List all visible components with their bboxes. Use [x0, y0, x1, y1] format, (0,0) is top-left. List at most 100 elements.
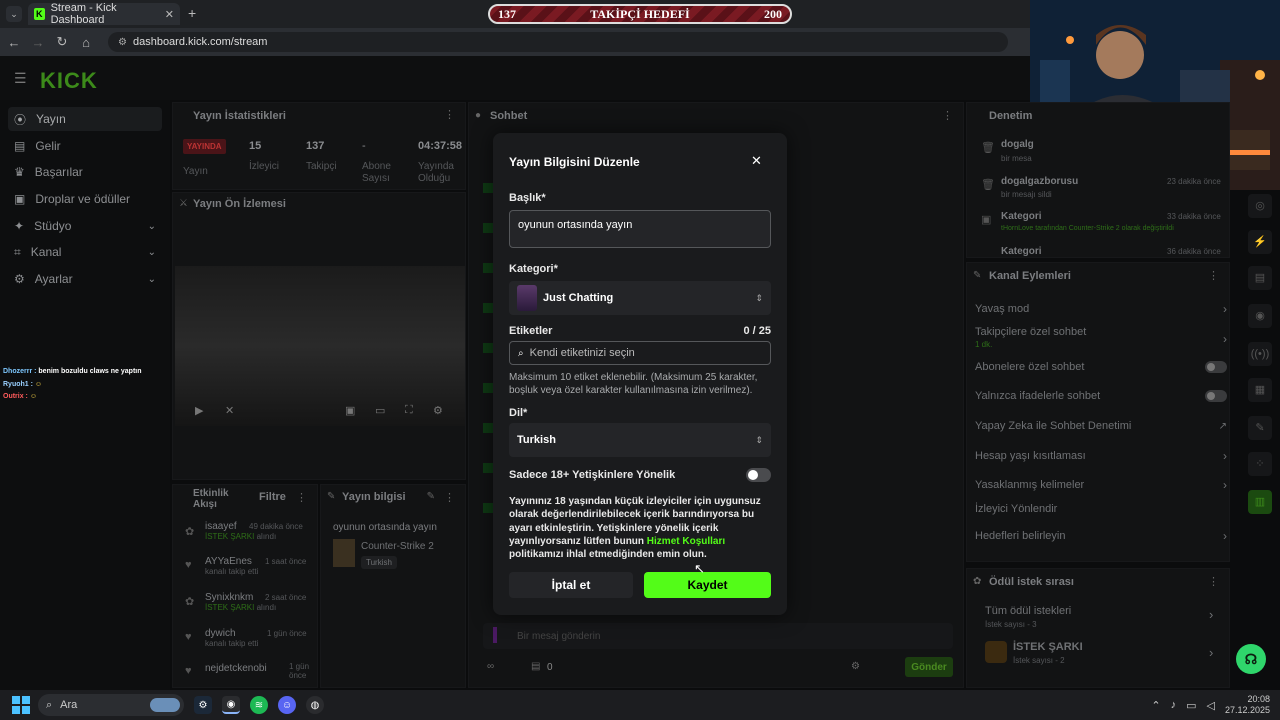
followers-value: 137	[306, 140, 325, 152]
more-icon[interactable]: ⋮	[1208, 575, 1219, 588]
steam-icon[interactable]: ⚙	[194, 696, 212, 714]
support-headset-icon[interactable]: ☊	[1236, 644, 1266, 674]
rail-wrench-icon[interactable]: ✎	[1248, 416, 1272, 440]
rail-broadcast-icon[interactable]: ((•))	[1248, 342, 1272, 366]
kick-logo[interactable]: KICK	[40, 68, 98, 94]
sidebar-item-kanal[interactable]: ⌗ Kanal ⌄	[8, 240, 162, 264]
stream-info-tag: Turkish	[361, 556, 397, 569]
volume-icon[interactable]: ◁	[1206, 699, 1214, 712]
play-icon[interactable]: ▶	[195, 404, 203, 417]
language-value: Turkish	[517, 434, 556, 446]
rail-bolt-icon[interactable]: ⚡	[1248, 230, 1272, 254]
microphone-icon[interactable]: ♪	[1171, 699, 1177, 711]
follower-goal-bar: 137 TAKİPÇİ HEDEFİ 200	[488, 4, 792, 24]
action-row-banned-words[interactable]: Yasaklanmış kelimeler ›	[975, 478, 1227, 492]
adult-content-toggle[interactable]	[746, 468, 771, 482]
rail-camera-icon[interactable]: ◎	[1248, 194, 1272, 218]
subs-only-toggle[interactable]	[1205, 361, 1227, 373]
taskbar-search-label: Ara	[60, 699, 78, 711]
windows-start-icon[interactable]	[12, 696, 30, 714]
discord-icon[interactable]: ☺	[278, 696, 296, 714]
channel-actions-title: Kanal Eylemleri	[989, 270, 1071, 282]
tags-input[interactable]: ⌕ Kendi etiketinizi seçin	[509, 341, 771, 365]
tab-list-icon[interactable]: ⌄	[6, 6, 22, 22]
sidebar-item-ayarlar[interactable]: ⚙ Ayarlar ⌄	[8, 267, 162, 291]
emote-only-toggle[interactable]	[1205, 390, 1227, 402]
action-row-raid[interactable]: İzleyici Yönlendir	[975, 503, 1227, 515]
overlay-chat-user: Dhozerrr :	[3, 368, 37, 375]
rail-calendar-icon[interactable]: ▦	[1248, 378, 1272, 402]
spotify-icon[interactable]: ≋	[250, 696, 268, 714]
sidebar-item-label: Başarılar	[34, 165, 83, 179]
kick-favicon-icon: K	[34, 8, 45, 20]
chrome-icon[interactable]: ◉	[222, 696, 240, 714]
theater-icon[interactable]: ▭	[375, 404, 385, 417]
action-row-followers-only[interactable]: Takipçilere özel sohbet 1 dk. ›	[975, 326, 1227, 349]
title-input[interactable]: oyunun ortasında yayın	[509, 210, 771, 248]
filter-button[interactable]: Filtre	[259, 491, 286, 503]
taskbar-search[interactable]: ⌕ Ara	[38, 694, 184, 716]
language-select[interactable]: Turkish ⇕	[509, 423, 771, 457]
sidebar-item-basarilar[interactable]: ♛ Başarılar	[8, 160, 162, 184]
cancel-button[interactable]: İptal et	[509, 572, 633, 598]
song-request-icon	[985, 641, 1007, 663]
reload-icon[interactable]: ↻	[50, 34, 74, 50]
chevron-right-icon[interactable]: ›	[1209, 645, 1213, 660]
more-icon[interactable]: ⋮	[444, 108, 455, 121]
menu-icon[interactable]: ☰	[14, 70, 27, 87]
category-value: Just Chatting	[543, 292, 614, 304]
rail-chat-icon[interactable]: ◉	[1248, 304, 1272, 328]
rail-list-icon[interactable]: ▤	[1248, 266, 1272, 290]
sidebar-item-studyo[interactable]: ✦ Stüdyo ⌄	[8, 214, 162, 238]
moderation-title: Denetim	[989, 110, 1033, 122]
obs-icon[interactable]: ◍	[306, 696, 324, 714]
gear-icon[interactable]: ⚙	[851, 661, 860, 672]
url-field[interactable]: ⚙ dashboard.kick.com/stream	[108, 32, 1008, 52]
clock[interactable]: 20:08 27.12.2025	[1225, 694, 1270, 716]
viewers-value: 15	[249, 140, 262, 152]
tags-input-placeholder: Kendi etiketinizi seçin	[529, 347, 635, 359]
sidebar-item-gelir[interactable]: ▤ Gelir	[8, 134, 162, 158]
sidebar-item-droplar[interactable]: ▣ Droplar ve ödüller	[8, 187, 162, 211]
send-button[interactable]: Gönder	[905, 657, 953, 677]
preview-video[interactable]: ▶ ✕ ▣ ▭ ⛶ ⚙	[175, 266, 465, 426]
chat-input[interactable]: Bir mesaj gönderin	[483, 623, 953, 649]
action-row-slow-mode[interactable]: Yavaş mod ›	[975, 302, 1227, 316]
edit-icon[interactable]: ✎	[427, 491, 435, 502]
action-row-account-age[interactable]: Hesap yaşı kısıtlaması ›	[975, 449, 1227, 463]
terms-link[interactable]: Hizmet Koşulları	[647, 536, 725, 547]
action-row-subs-only[interactable]: Abonelere özel sohbet	[975, 361, 1227, 373]
back-icon[interactable]: ←	[2, 35, 26, 50]
site-info-icon[interactable]: ⚙	[118, 37, 127, 48]
action-row-ai-moderation[interactable]: Yapay Zeka ile Sohbet Denetimi ↗	[975, 420, 1227, 432]
forward-icon[interactable]: →	[26, 35, 50, 50]
action-row-emote-only[interactable]: Yalnızca ifadelerle sohbet	[975, 390, 1227, 402]
network-icon[interactable]: ▭	[1186, 699, 1196, 712]
more-icon[interactable]: ⋮	[1208, 269, 1219, 282]
tray-chevron-icon[interactable]: ⌃	[1151, 699, 1160, 712]
fullscreen-icon[interactable]: ⛶	[405, 404, 413, 417]
rail-dots-icon[interactable]: ⁘	[1248, 452, 1272, 476]
rail-layout-icon[interactable]: ▥	[1248, 490, 1272, 514]
mute-icon[interactable]: ✕	[225, 404, 234, 417]
sidebar-item-yayin[interactable]: ⦿ Yayın	[8, 107, 162, 131]
song-request-label[interactable]: İSTEK ŞARKI	[1013, 641, 1083, 653]
gear-icon: ⚙	[14, 272, 25, 286]
close-icon[interactable]: ✕	[751, 153, 762, 169]
close-tab-icon[interactable]: ✕	[165, 8, 174, 21]
all-rewards-label[interactable]: Tüm ödül istekleri	[985, 605, 1071, 617]
home-icon[interactable]: ⌂	[74, 35, 98, 50]
category-select[interactable]: Just Chatting ⇕	[509, 281, 771, 315]
browser-tab[interactable]: K Stream - Kick Dashboard ✕	[28, 2, 180, 26]
more-icon[interactable]: ⋮	[296, 491, 307, 504]
action-row-goals[interactable]: Hedefleri belirleyin ›	[975, 529, 1227, 543]
toggle-knob	[748, 470, 758, 480]
save-button[interactable]: Kaydet	[644, 572, 771, 598]
more-icon[interactable]: ⋮	[942, 109, 953, 122]
new-tab-icon[interactable]: +	[188, 5, 196, 21]
more-icon[interactable]: ⋮	[444, 491, 455, 504]
gear-icon[interactable]: ⚙	[433, 404, 443, 417]
chevron-right-icon[interactable]: ›	[1209, 607, 1213, 622]
overlay-chat-line: Dhozerrr : benim bozuldu claws ne yaptın	[3, 368, 142, 375]
pip-icon[interactable]: ▣	[345, 404, 355, 417]
